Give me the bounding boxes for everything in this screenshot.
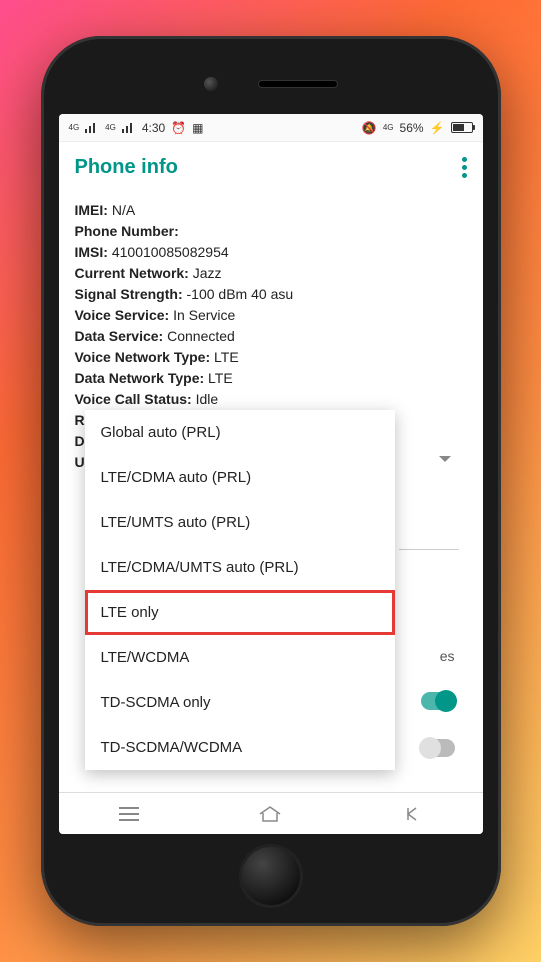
front-camera: [204, 77, 218, 91]
info-value: 410010085082954: [108, 244, 229, 260]
info-label: Signal Strength:: [75, 286, 183, 302]
speaker: [258, 80, 338, 88]
physical-home-button[interactable]: [239, 844, 303, 908]
phone-top-bezel: [59, 54, 483, 114]
home-nav-button[interactable]: [258, 802, 282, 826]
info-value: LTE: [210, 349, 239, 365]
partial-text: es: [440, 648, 455, 664]
dropdown-item[interactable]: LTE/CDMA auto (PRL): [85, 455, 395, 500]
network-label-2: 4G: [105, 123, 116, 132]
info-label: Voice Network Type:: [75, 349, 211, 365]
phone-frame: 4G 4G 4:30 ⏰ ▦ 🔕 4G 56% ⚡ Phone info: [41, 36, 501, 926]
info-value: Idle: [192, 391, 218, 407]
info-value: Jazz: [189, 265, 222, 281]
toggle-on[interactable]: [421, 692, 455, 710]
info-value: -100 dBm 40 asu: [183, 286, 294, 302]
status-right: 🔕 4G 56% ⚡: [362, 121, 473, 135]
signal-icon: [85, 123, 99, 133]
dropdown-item[interactable]: LTE/WCDMA: [85, 635, 395, 680]
info-row: Data Service: Connected: [75, 326, 467, 347]
info-row: Current Network: Jazz: [75, 263, 467, 284]
info-label: Phone Number:: [75, 223, 179, 239]
page-title: Phone info: [75, 156, 178, 179]
info-label: Current Network:: [75, 265, 189, 281]
info-label: IMSI:: [75, 244, 108, 260]
charging-icon: ⚡: [430, 121, 445, 135]
info-label: Data Service:: [75, 328, 164, 344]
dropdown-item[interactable]: TD-SCDMA only: [85, 680, 395, 725]
status-left: 4G 4G 4:30 ⏰ ▦: [69, 121, 204, 135]
nav-bar: [59, 792, 483, 834]
overflow-menu-icon[interactable]: [462, 157, 467, 178]
info-row: IMSI: 410010085082954: [75, 242, 467, 263]
info-label: Voice Call Status:: [75, 391, 192, 407]
info-row: Voice Service: In Service: [75, 305, 467, 326]
info-label: Voice Service:: [75, 307, 170, 323]
dropdown-item[interactable]: Global auto (PRL): [85, 410, 395, 455]
info-label: IMEI:: [75, 202, 108, 218]
battery-percent: 56%: [400, 121, 424, 135]
info-value: Connected: [163, 328, 235, 344]
dnd-icon: 🔕: [362, 121, 377, 135]
battery-icon: [451, 122, 473, 133]
toggle-off[interactable]: [421, 739, 455, 757]
info-row: Voice Network Type: LTE: [75, 347, 467, 368]
info-value: In Service: [169, 307, 235, 323]
divider: [399, 549, 459, 550]
network-label: 4G: [69, 123, 80, 132]
clock: 4:30: [142, 121, 165, 135]
info-label: Data Network Type:: [75, 370, 205, 386]
misc-icon: ▦: [192, 121, 203, 135]
chevron-down-icon[interactable]: [439, 456, 451, 462]
dropdown-item[interactable]: LTE only: [85, 590, 395, 635]
info-row: IMEI: N/A: [75, 200, 467, 221]
back-button[interactable]: [400, 802, 424, 826]
status-bar: 4G 4G 4:30 ⏰ ▦ 🔕 4G 56% ⚡: [59, 114, 483, 142]
info-row: Signal Strength: -100 dBm 40 asu: [75, 284, 467, 305]
screen: 4G 4G 4:30 ⏰ ▦ 🔕 4G 56% ⚡ Phone info: [59, 114, 483, 834]
dropdown-item[interactable]: TD-SCDMA/WCDMA: [85, 725, 395, 770]
info-row: Voice Call Status: Idle: [75, 389, 467, 410]
info-row: Data Network Type: LTE: [75, 368, 467, 389]
info-value: LTE: [204, 370, 233, 386]
network-label-3: 4G: [383, 123, 394, 132]
network-type-dropdown[interactable]: Global auto (PRL)LTE/CDMA auto (PRL)LTE/…: [85, 410, 395, 770]
dropdown-item[interactable]: LTE/CDMA/UMTS auto (PRL): [85, 545, 395, 590]
info-row: Phone Number:: [75, 221, 467, 242]
info-value: N/A: [108, 202, 135, 218]
app-bar: Phone info: [59, 142, 483, 192]
recent-apps-button[interactable]: [117, 802, 141, 826]
dropdown-item[interactable]: LTE/UMTS auto (PRL): [85, 500, 395, 545]
alarm-icon: ⏰: [171, 121, 186, 135]
signal-icon-2: [122, 123, 136, 133]
